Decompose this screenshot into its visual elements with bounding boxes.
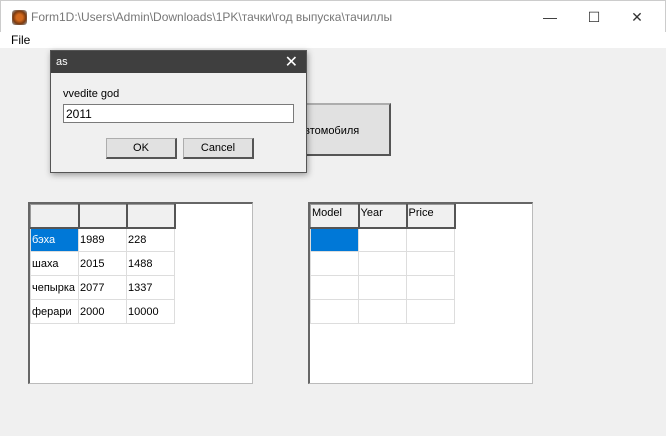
close-button[interactable]: ✕ — [622, 7, 652, 27]
grid-cell[interactable]: бэха — [30, 227, 79, 252]
grid-cell[interactable]: шаха — [30, 251, 79, 276]
table-row — [310, 299, 455, 324]
dialog-title: as — [56, 56, 68, 68]
grid-header[interactable] — [126, 204, 176, 229]
table-row: ферари 2000 10000 — [30, 299, 175, 324]
minimize-button[interactable]: — — [535, 7, 565, 27]
result-grid[interactable]: Model Year Price — [308, 202, 533, 384]
grid-cell[interactable] — [310, 227, 359, 252]
grid-cell[interactable]: чепырка — [30, 275, 79, 300]
grid-cell[interactable] — [406, 227, 455, 252]
grid-cell[interactable] — [358, 251, 407, 276]
grid-header-year[interactable]: Year — [358, 204, 408, 229]
input-dialog: as ✕ vvedite god OK Cancel — [50, 50, 307, 173]
cancel-button[interactable]: Cancel — [183, 138, 254, 159]
title-bar: Form1D:\Users\Admin\Downloads\1PK\тачки\… — [0, 0, 666, 32]
grid-cell[interactable] — [406, 251, 455, 276]
grid-cell[interactable]: 10000 — [126, 299, 175, 324]
dialog-title-bar: as ✕ — [51, 51, 306, 73]
table-row — [310, 227, 455, 252]
menu-bar: File — [0, 32, 666, 48]
dialog-prompt: vvedite god — [63, 88, 120, 100]
grid-cell[interactable]: 2077 — [78, 275, 127, 300]
grid-cell[interactable] — [406, 275, 455, 300]
table-row — [310, 275, 455, 300]
window-title: Form1D:\Users\Admin\Downloads\1PK\тачки\… — [31, 10, 393, 24]
table-row: шаха 2015 1488 — [30, 251, 175, 276]
car-button-label: автомобиля — [298, 125, 360, 137]
app-icon — [12, 10, 27, 25]
grid-cell[interactable]: 2000 — [78, 299, 127, 324]
grid-cell[interactable]: ферари — [30, 299, 79, 324]
grid-cell[interactable] — [358, 299, 407, 324]
ok-button[interactable]: OK — [106, 138, 177, 159]
table-row: чепырка 2077 1337 — [30, 275, 175, 300]
table-row: бэха 1989 228 — [30, 227, 175, 252]
cars-grid[interactable]: бэха 1989 228 шаха 2015 1488 чепырка 2077 1337… — [28, 202, 253, 384]
menu-file[interactable]: File — [11, 33, 30, 47]
grid-cell[interactable] — [358, 227, 407, 252]
year-input[interactable] — [63, 104, 294, 123]
grid-header-model[interactable]: Model — [310, 204, 360, 229]
table-row — [310, 251, 455, 276]
dialog-close-icon[interactable]: ✕ — [285, 52, 298, 72]
maximize-button[interactable]: ☐ — [579, 7, 609, 27]
grid-cell[interactable]: 2015 — [78, 251, 127, 276]
grid-cell[interactable] — [406, 299, 455, 324]
grid-cell[interactable] — [310, 275, 359, 300]
grid-cell[interactable]: 228 — [126, 227, 175, 252]
grid-cell[interactable] — [310, 251, 359, 276]
grid-cell[interactable]: 1337 — [126, 275, 175, 300]
grid-cell[interactable] — [358, 275, 407, 300]
grid-cell[interactable] — [310, 299, 359, 324]
grid-header[interactable] — [78, 204, 128, 229]
grid-header[interactable] — [30, 204, 80, 229]
grid-cell[interactable]: 1488 — [126, 251, 175, 276]
grid-cell[interactable]: 1989 — [78, 227, 127, 252]
grid-header-price[interactable]: Price — [406, 204, 456, 229]
